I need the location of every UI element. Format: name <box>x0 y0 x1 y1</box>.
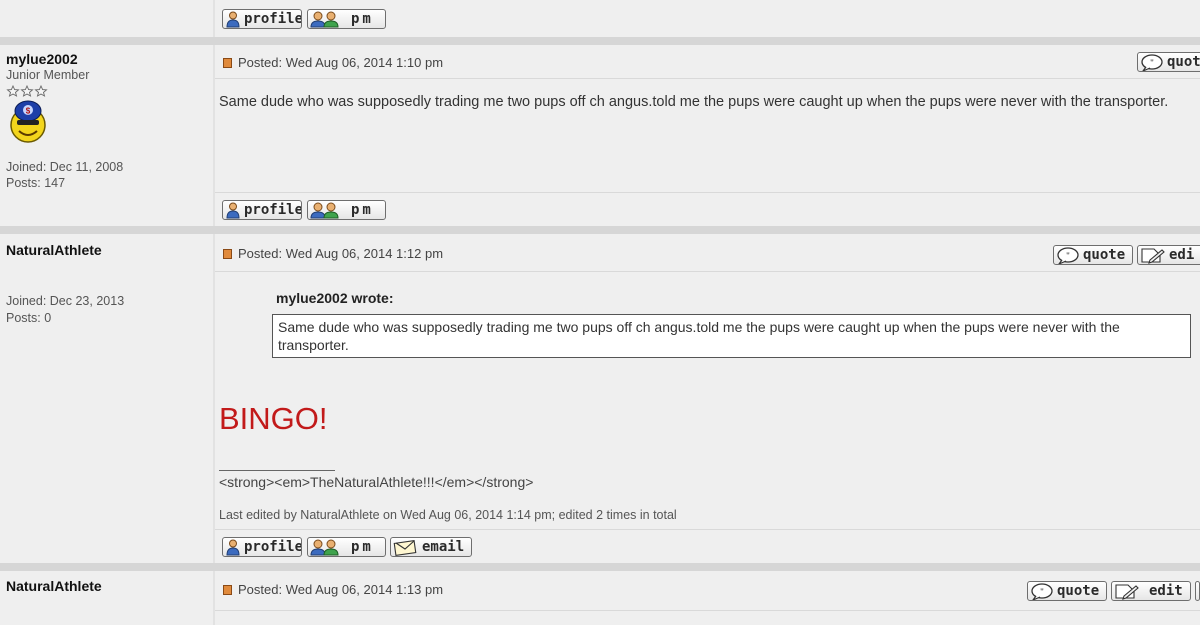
profile-button[interactable]: profile <box>222 537 302 557</box>
post-count: Posts: 147 <box>6 176 66 190</box>
edit-pencil-icon <box>1141 247 1165 264</box>
post-header-divider <box>215 78 1200 79</box>
rank-stars-icon <box>6 85 48 97</box>
quote-box: Same dude who was supposedly trading me … <box>272 314 1191 358</box>
post-date: Posted: Wed Aug 06, 2014 1:10 pm <box>223 55 443 70</box>
profile-label: profile <box>244 539 302 555</box>
post-author-column <box>0 234 213 563</box>
svg-text:": " <box>1150 58 1154 67</box>
edit-button[interactable]: edit <box>1111 581 1191 601</box>
post-date-text: Posted: Wed Aug 06, 2014 1:12 pm <box>238 246 444 261</box>
quote-author: mylue2002 wrote: <box>276 290 394 306</box>
quote-label: quote <box>1083 247 1126 263</box>
post-footer-divider <box>215 529 1200 530</box>
quote-label: quote <box>1057 583 1100 599</box>
pm-users-icon <box>310 539 339 555</box>
post-icon <box>223 57 232 68</box>
pm-label: pm <box>351 202 374 218</box>
post-content-column <box>215 45 1200 226</box>
profile-icon <box>226 202 240 218</box>
edit-button[interactable]: edi <box>1137 245 1200 265</box>
post-username[interactable]: NaturalAthlete <box>6 578 102 594</box>
post-separator <box>0 563 1200 571</box>
quote-bubble-icon: " <box>1031 582 1053 600</box>
user-rank: Junior Member <box>6 68 90 82</box>
post-separator <box>0 226 1200 234</box>
joined-date: Joined: Dec 23, 2013 <box>6 294 125 308</box>
pm-button[interactable]: pm <box>307 200 386 220</box>
delete-button[interactable] <box>1195 581 1200 601</box>
edit-pencil-icon <box>1115 583 1139 600</box>
post-date-text: Posted: Wed Aug 06, 2014 1:13 pm <box>238 582 444 597</box>
avatar: $ <box>10 100 46 143</box>
post-body: Same dude who was supposedly trading me … <box>219 94 1169 110</box>
email-label: email <box>422 539 465 555</box>
highlight-text: BINGO! <box>219 401 328 436</box>
svg-text:": " <box>1066 251 1070 260</box>
post-separator <box>0 37 1200 45</box>
post-username[interactable]: NaturalAthlete <box>6 242 102 258</box>
email-button[interactable]: email <box>390 537 472 557</box>
pm-button[interactable]: pm <box>307 537 386 557</box>
pm-label: pm <box>351 539 374 555</box>
profile-button[interactable]: profile <box>222 200 302 220</box>
svg-text:$: $ <box>26 107 31 116</box>
post-header-divider <box>215 271 1200 272</box>
pm-label: pm <box>351 11 374 27</box>
post-icon <box>223 248 232 259</box>
profile-icon <box>226 539 240 555</box>
post-date-text: Posted: Wed Aug 06, 2014 1:10 pm <box>238 55 444 70</box>
post-date: Posted: Wed Aug 06, 2014 1:13 pm <box>223 582 443 597</box>
post-icon <box>223 584 232 595</box>
pm-button[interactable]: pm <box>307 9 386 29</box>
quote-button[interactable]: " quote <box>1027 581 1107 601</box>
svg-text:": " <box>1040 587 1044 596</box>
prev-post-left-column <box>0 0 213 37</box>
quote-button[interactable]: " quote <box>1053 245 1133 265</box>
pm-users-icon <box>310 202 339 218</box>
quote-bubble-icon: " <box>1141 53 1163 71</box>
signature: <strong><em>TheNaturalAthlete!!!</em></s… <box>219 474 534 490</box>
post-count: Posts: 0 <box>6 311 52 325</box>
quote-button[interactable]: " quot <box>1137 52 1200 72</box>
profile-button[interactable]: profile <box>222 9 302 29</box>
post-username[interactable]: mylue2002 <box>6 51 78 67</box>
edit-label: edi <box>1169 247 1195 263</box>
post-header-divider <box>215 610 1200 611</box>
quote-bubble-icon: " <box>1057 246 1079 264</box>
edit-label: edit <box>1149 583 1183 599</box>
profile-label: profile <box>244 202 302 218</box>
post-date: Posted: Wed Aug 06, 2014 1:12 pm <box>223 246 443 261</box>
signature-divider <box>219 470 335 471</box>
post-footer-divider <box>215 192 1200 193</box>
email-envelope-icon <box>393 539 417 556</box>
joined-date: Joined: Dec 11, 2008 <box>6 160 124 174</box>
pm-users-icon <box>310 11 339 27</box>
profile-label: profile <box>244 11 302 27</box>
profile-icon <box>226 11 240 27</box>
quote-label: quot <box>1167 54 1200 70</box>
edit-notice: Last edited by NaturalAthlete on Wed Aug… <box>219 508 677 522</box>
